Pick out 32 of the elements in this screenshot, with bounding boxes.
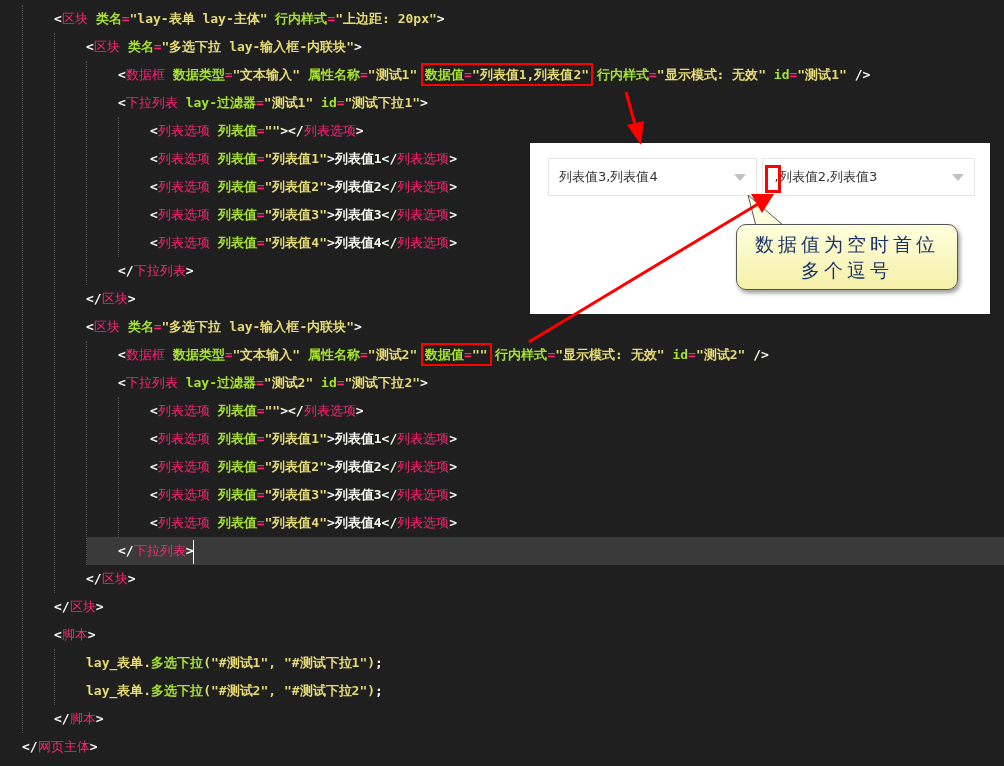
code-line: <区块 类名="lay-表单 lay-主体" 行内样式="上边距: 20px">	[54, 10, 445, 28]
code-line: <列表选项 列表值="列表值2">列表值2</列表选项>	[150, 458, 458, 476]
code-line: <列表选项 列表值="列表值1">列表值1</列表选项>	[150, 150, 458, 168]
code-line: <列表选项 列表值="列表值2">列表值2</列表选项>	[150, 178, 458, 196]
callout-text: 数据值为空时首位多个逗号	[754, 232, 940, 283]
code-line: lay_表单.多选下拉("#测试2", "#测试下拉2");	[86, 682, 383, 701]
code-line: </下拉列表>	[118, 537, 195, 565]
code-line: <下拉列表 lay-过滤器="测试2" id="测试下拉2">	[118, 374, 428, 392]
select-field[interactable]: 列表值3,列表值4	[548, 158, 757, 196]
code-line: <列表选项 列表值="列表值3">列表值3</列表选项>	[150, 206, 458, 224]
code-line: </区块>	[86, 290, 136, 308]
code-line: lay_表单.多选下拉("#测试1", "#测试下拉1");	[86, 654, 383, 673]
code-line: <列表选项 列表值="列表值4">列表值4</列表选项>	[150, 514, 458, 532]
code-line: </脚本>	[54, 710, 104, 728]
code-line: <区块 类名="多选下拉 lay-输入框-内联块">	[86, 38, 362, 56]
code-line: <列表选项 列表值="列表值3">列表值3</列表选项>	[150, 486, 458, 504]
caret-icon	[952, 173, 964, 181]
code-line: </网页主体>	[22, 738, 98, 756]
code-line: <区块 类名="多选下拉 lay-输入框-内联块">	[86, 318, 362, 336]
code-line: <列表选项 列表值=""></列表选项>	[150, 402, 364, 420]
code-line: <数据框 数据类型="文本输入" 属性名称="测试2" 数据值="" 行内样式="显示模式: 无效" id="测试2" />	[118, 341, 769, 369]
code-line: </区块>	[86, 570, 136, 588]
code-line: <列表选项 列表值="列表值4">列表值4</列表选项>	[150, 234, 458, 252]
code-line: <列表选项 列表值="列表值1">列表值1</列表选项>	[150, 430, 458, 448]
code-line: </下拉列表>	[118, 262, 194, 280]
code-line: <数据框 数据类型="文本输入" 属性名称="测试1" 数据值="列表值1,列表值2" 行内样式="显示模式: 无效" id="测试1" />	[118, 61, 871, 89]
code-line: <下拉列表 lay-过滤器="测试1" id="测试下拉1">	[118, 94, 428, 112]
code-line: <列表选项 列表值=""></列表选项>	[150, 122, 364, 140]
code-line: <脚本>	[54, 626, 96, 644]
caret-icon	[733, 173, 746, 181]
arrow	[624, 91, 644, 145]
code-line: </区块>	[54, 598, 104, 616]
